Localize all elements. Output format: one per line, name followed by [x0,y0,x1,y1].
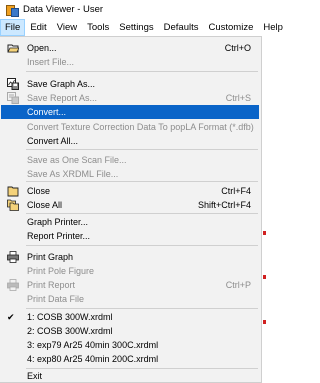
menu-view[interactable]: View [52,19,82,36]
menu-item-label: 3: exp79 Ar25 40min 300C.xrdml [27,340,159,350]
app-icon [6,4,19,17]
menu-tools[interactable]: Tools [82,19,114,36]
menu-item-exit[interactable]: Exit [1,370,259,383]
window-title: Data Viewer - User [23,4,104,15]
menu-item-label: Exit [27,371,43,381]
menu-item-label: 2: COSB 300W.xrdml [27,326,113,336]
file-menu-recent-and-exit: ✔ 1: COSB 300W.xrdml 2: COSB 300W.xrdml … [1,308,259,383]
recent-file-3[interactable]: 3: exp79 Ar25 40min 300C.xrdml [1,339,259,352]
menu-separator [26,368,258,369]
menu-help[interactable]: Help [258,19,288,36]
menu-bar: File Edit View Tools Settings Defaults C… [0,19,283,36]
recent-file-1[interactable]: ✔ 1: COSB 300W.xrdml [1,311,259,324]
recent-file-2[interactable]: 2: COSB 300W.xrdml [1,325,259,338]
background-window-edge [262,36,267,383]
menu-customize[interactable]: Customize [203,19,258,36]
menu-file[interactable]: File [0,19,26,36]
menu-separator [26,308,258,309]
recent-file-4[interactable]: 4: exp80 Ar25 40min 200C.xrdml [1,353,259,366]
menu-item-label: 4: exp80 Ar25 40min 200C.xrdml [27,354,159,364]
title-bar: Data Viewer - User [0,0,267,19]
menu-defaults[interactable]: Defaults [159,19,204,36]
menu-settings[interactable]: Settings [114,19,158,36]
menu-edit[interactable]: Edit [25,19,51,36]
checkmark-icon: ✔ [7,312,15,322]
menu-item-label: 1: COSB 300W.xrdml [27,312,113,322]
